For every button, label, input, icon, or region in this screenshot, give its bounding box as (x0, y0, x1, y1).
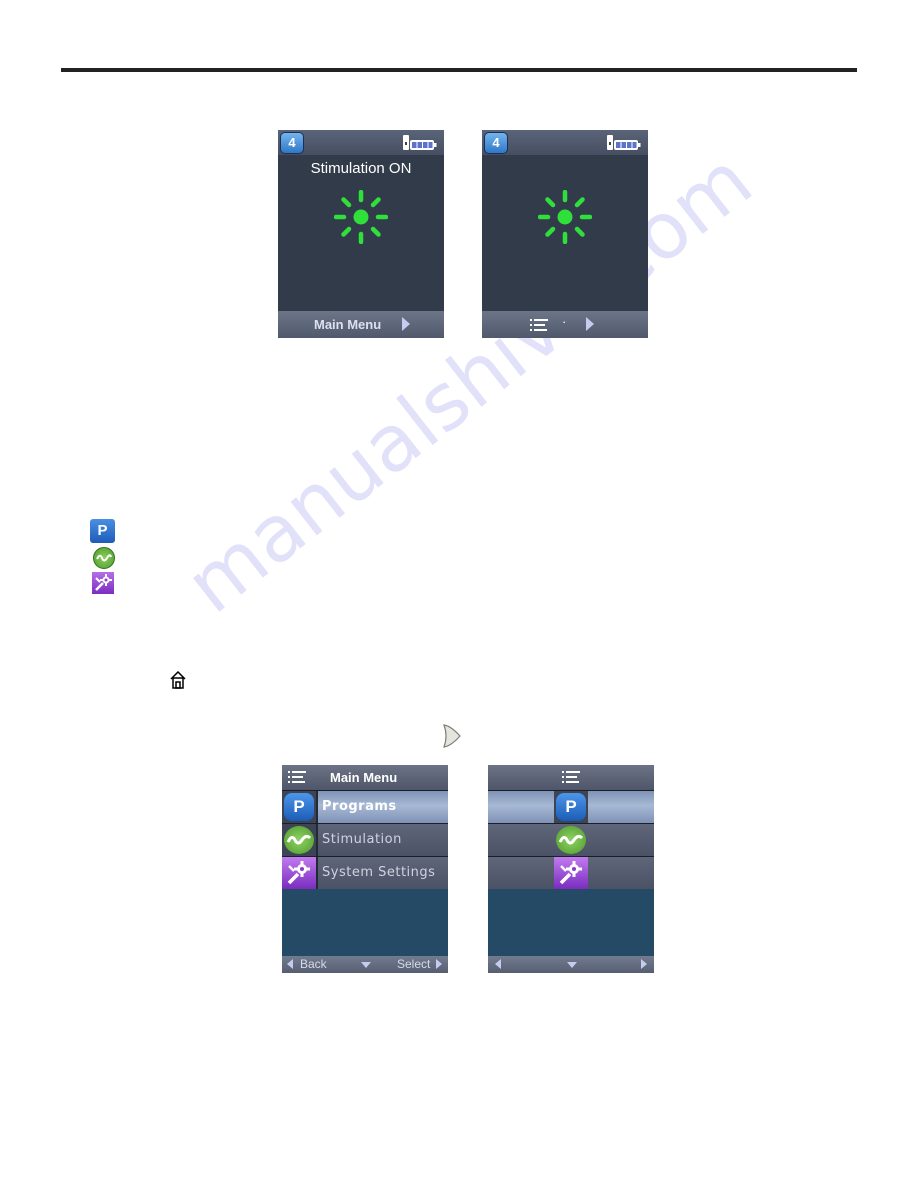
menu-footer (488, 956, 654, 973)
separator-dot: · (562, 314, 567, 329)
system-settings-icon (554, 857, 588, 889)
menu-item-label: Stimulation (322, 832, 402, 847)
softkey-bar: Main Menu (278, 311, 444, 338)
right-arrow-icon (402, 317, 410, 331)
menu-item-label: System Settings (322, 865, 436, 880)
select-softkey[interactable]: Select (397, 957, 430, 971)
battery-icon (403, 135, 437, 150)
menu-header: Main Menu (282, 765, 448, 790)
main-menu-softkey-label[interactable]: Main Menu (314, 317, 381, 332)
down-arrow-icon[interactable] (567, 962, 577, 968)
stimulation-icon (93, 547, 115, 569)
menu-item-programs[interactable]: P Programs (282, 790, 448, 823)
left-arrow-icon (287, 959, 293, 969)
stimulation-status-title: Stimulation ON (310, 160, 412, 177)
program-number-badge: 4 (280, 132, 304, 154)
programs-icon: P (284, 793, 314, 821)
menu-list-icon (288, 771, 306, 783)
home-icon (170, 671, 186, 689)
menu-item-system-settings[interactable]: System Settings (282, 856, 448, 889)
programs-icon: P (90, 519, 115, 543)
right-button-icon (443, 724, 461, 748)
menu-title: Main Menu (330, 770, 398, 785)
stimulation-icon (284, 826, 314, 854)
right-arrow-icon (436, 959, 442, 969)
menu-item-programs[interactable]: P (488, 790, 654, 823)
right-arrow-icon[interactable] (586, 317, 594, 331)
down-arrow-icon[interactable] (361, 962, 371, 968)
battery-icon (607, 135, 641, 150)
program-number-badge: 4 (484, 132, 508, 154)
menu-item-stimulation[interactable]: Stimulation (282, 823, 448, 856)
stimulation-on-screen: 4 Stimulation ON Main Menu (278, 130, 444, 338)
main-menu-icon-screen: P (488, 765, 654, 973)
stimulation-on-icon (334, 190, 388, 244)
stimulation-icon (556, 826, 586, 854)
menu-list-icon[interactable] (530, 319, 548, 331)
system-settings-icon (282, 857, 316, 889)
menu-item-label: Programs (322, 799, 397, 814)
main-menu-screen: Main Menu P Programs Stimulation System … (282, 765, 448, 973)
menu-list-icon (562, 771, 580, 783)
status-bar: 4 (278, 130, 444, 155)
left-arrow-icon[interactable] (495, 959, 501, 969)
programs-icon: P (556, 793, 586, 821)
watermark: manualshive.com (170, 135, 769, 631)
status-bar: 4 (482, 130, 648, 155)
system-settings-icon (92, 572, 114, 594)
menu-item-stimulation[interactable] (488, 823, 654, 856)
menu-footer: Back Select (282, 956, 448, 973)
back-softkey[interactable]: Back (300, 957, 327, 971)
softkey-bar: · (482, 311, 648, 338)
header-rule (61, 68, 857, 72)
stimulation-on-icon (538, 190, 592, 244)
stimulation-on-screen-icons: 4 · (482, 130, 648, 338)
menu-header (488, 765, 654, 790)
right-arrow-icon[interactable] (641, 959, 647, 969)
menu-item-system-settings[interactable] (488, 856, 654, 889)
